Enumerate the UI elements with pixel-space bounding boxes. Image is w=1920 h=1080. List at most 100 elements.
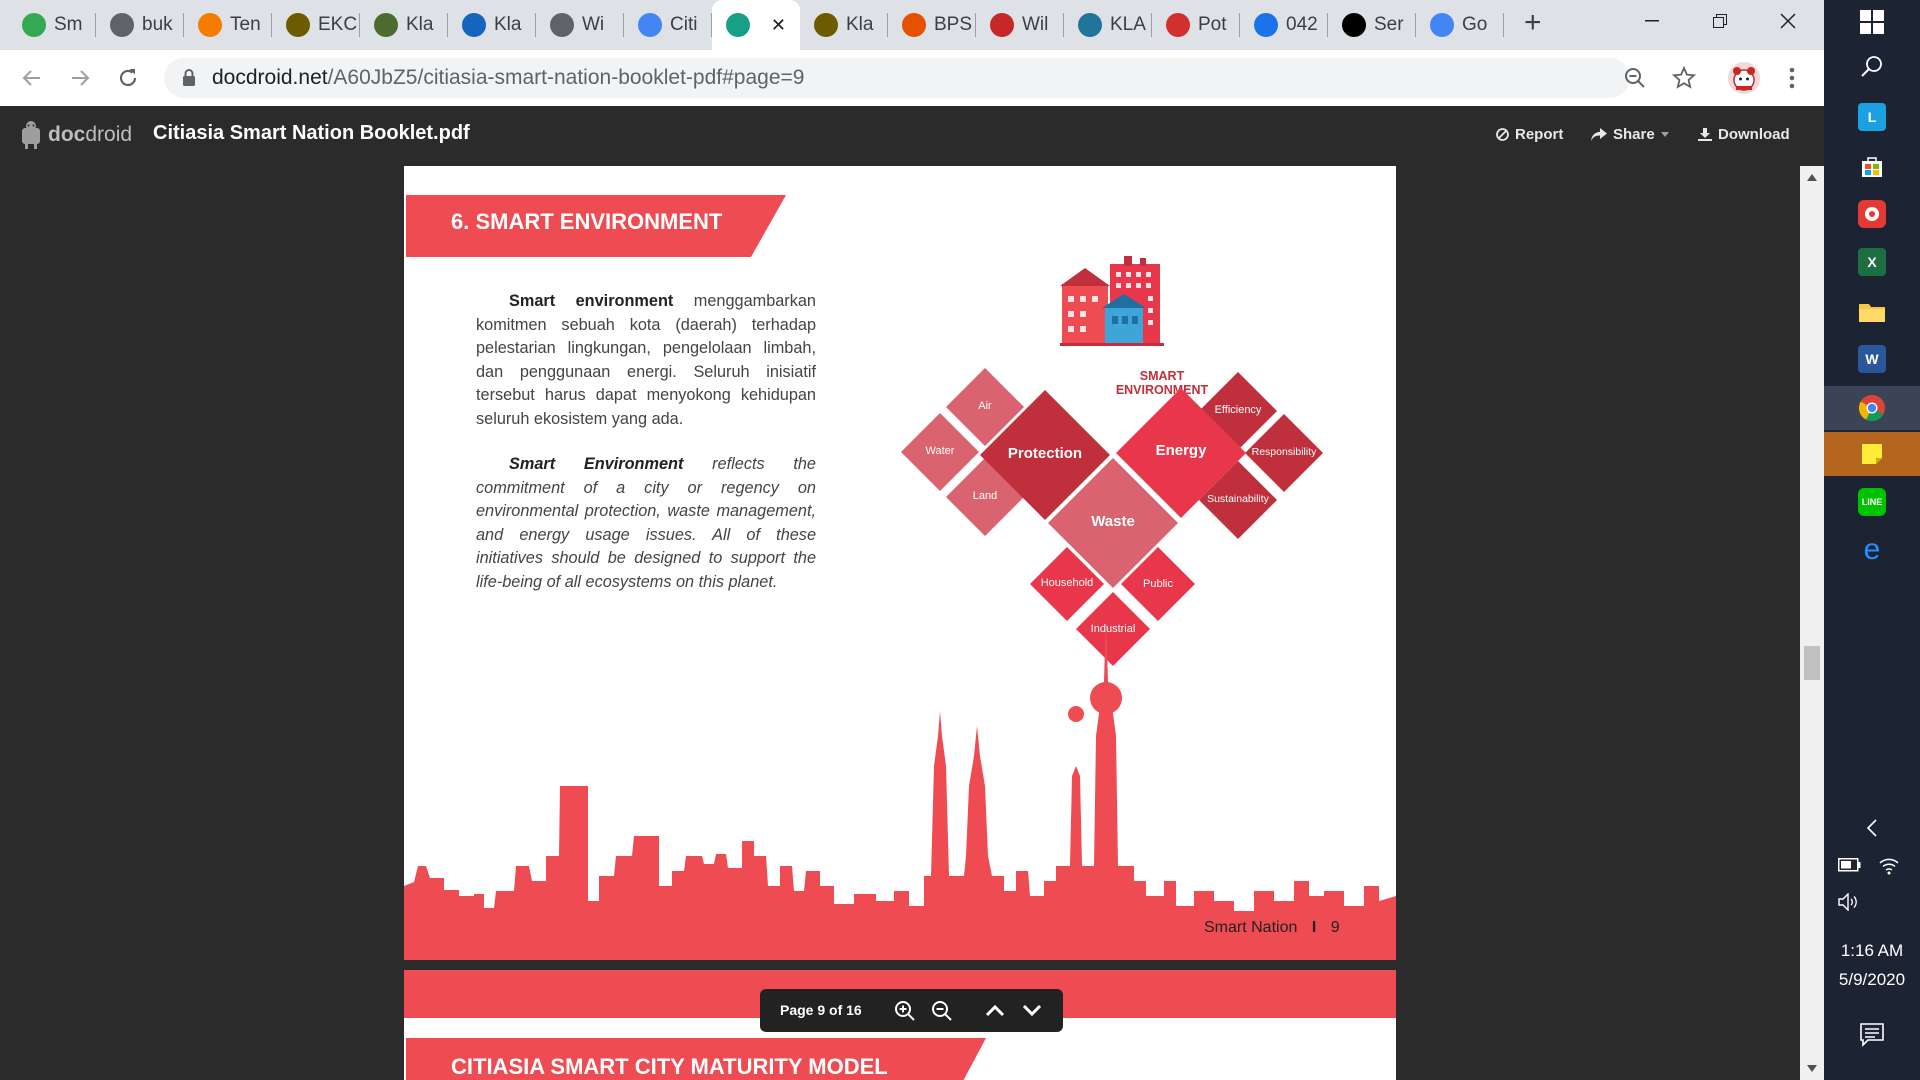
chevron-left-icon[interactable] [1866, 818, 1878, 838]
browser-tab-label: Citi [670, 14, 698, 35]
globe-icon [550, 13, 574, 37]
scroll-up-icon[interactable] [1807, 174, 1817, 181]
browser-tab-4[interactable]: Kla [360, 0, 448, 50]
forward-button[interactable] [60, 58, 100, 98]
browser-tab-6[interactable]: Wi [536, 0, 624, 50]
document-viewer[interactable]: 6. SMART ENVIRONMENT Smart environment m… [0, 166, 1824, 1080]
letter-l-icon: L [1867, 109, 1877, 125]
browser-tab-8[interactable]: ✕ [712, 0, 800, 50]
docdroid-logo[interactable]: docdroid [20, 120, 132, 150]
footer-label: Smart Nation [1204, 919, 1298, 936]
browser-tab-14[interactable]: 042 [1240, 0, 1328, 50]
next-page-icon[interactable] [1022, 1004, 1042, 1017]
previous-page-icon[interactable] [985, 1004, 1005, 1017]
taskbar-line[interactable]: LINE [1858, 488, 1886, 516]
browser-tab-1[interactable]: buk [96, 0, 184, 50]
battery-icon[interactable] [1838, 858, 1862, 872]
restore-button[interactable] [1692, 0, 1748, 42]
browser-tab-label: buk [142, 14, 173, 35]
lock-icon [183, 69, 195, 86]
zoom-out-icon[interactable] [931, 1000, 953, 1022]
zoom-in-icon[interactable] [894, 1000, 916, 1022]
taskbar-store[interactable] [1858, 152, 1886, 180]
android-robot-icon [22, 121, 40, 149]
waveform-icon [990, 13, 1014, 37]
browser-tab-10[interactable]: BPS [888, 0, 976, 50]
taskbar-app-l[interactable]: L [1858, 103, 1886, 131]
browser-tab-7[interactable]: Citi [624, 0, 712, 50]
close-window-button[interactable] [1760, 0, 1816, 42]
line-app-icon: LINE [1861, 497, 1883, 507]
arrow-left-icon [22, 70, 40, 86]
windows-start-icon[interactable] [1860, 10, 1884, 34]
logo-text-light: droid [85, 123, 133, 146]
report-button[interactable]: Report [1496, 126, 1563, 143]
scroll-thumb[interactable] [1804, 646, 1820, 680]
wifi-icon[interactable] [1878, 855, 1900, 875]
taskbar-chrome-active[interactable] [1824, 386, 1920, 430]
browser-tab-0[interactable]: Sm [8, 0, 96, 50]
browser-tab-label: Kla [494, 14, 522, 35]
zoom-icon[interactable] [1624, 67, 1646, 89]
clock-date[interactable]: 5/9/2020 [1824, 970, 1920, 990]
jp-icon [462, 13, 486, 37]
docdroid-icon [726, 13, 750, 37]
extension-avatar[interactable] [1728, 62, 1760, 94]
caret-down-icon [1660, 132, 1669, 137]
close-tab-icon[interactable]: ✕ [771, 15, 786, 36]
share-arrow-icon [1591, 128, 1607, 141]
store-bag-icon [1862, 157, 1882, 177]
back-button[interactable] [12, 58, 52, 98]
browser-tab-11[interactable]: Wil [976, 0, 1064, 50]
taskbar-file-explorer[interactable] [1858, 297, 1886, 325]
browser-tab-3[interactable]: EKC [272, 0, 360, 50]
footer-page-number: 9 [1330, 919, 1340, 936]
footer-separator: I [1311, 919, 1317, 936]
clock-time[interactable]: 1:16 AM [1824, 941, 1920, 961]
reload-button[interactable] [108, 58, 148, 98]
browser-tab-13[interactable]: Pot [1152, 0, 1240, 50]
browser-tab-label: 042 [1286, 14, 1318, 35]
menu-button[interactable] [1782, 62, 1802, 94]
download-label: Download [1718, 126, 1790, 143]
taskbar-app-red[interactable] [1858, 200, 1886, 228]
globe-icon [110, 13, 134, 37]
excel-icon: X [1867, 254, 1877, 270]
chrome-icon [1858, 395, 1885, 422]
browser-tab-16[interactable]: Go [1416, 0, 1504, 50]
scroll-down-icon[interactable] [1807, 1065, 1817, 1072]
edge-icon: e [1863, 533, 1881, 566]
browser-tab-label: Ten [230, 14, 261, 35]
browser-tab-label: BPS [934, 14, 973, 35]
folder-icon [1859, 304, 1885, 322]
download-button[interactable]: Download [1698, 126, 1790, 143]
shield-crest-icon [814, 13, 838, 37]
taskbar-word[interactable]: W [1858, 345, 1886, 373]
windows-taskbar: L X W LINE e 1:16 AM 5/9/2020 [1824, 0, 1920, 1080]
new-tab-button[interactable]: + [1524, 6, 1542, 40]
notification-center-icon[interactable] [1860, 1023, 1884, 1047]
taskbar-sticky-notes[interactable] [1824, 432, 1920, 476]
minimize-button[interactable] [1624, 0, 1680, 42]
browser-tab-9[interactable]: Kla [800, 0, 888, 50]
address-bar-row: docdroid.net/A60JbZ5/citiasia-smart-nati… [0, 50, 1824, 107]
restore-icon [1713, 14, 1727, 28]
bookmark-star-icon[interactable] [1672, 66, 1696, 90]
volume-icon[interactable] [1838, 893, 1862, 911]
browser-tab-label: Ser [1374, 14, 1404, 35]
browser-tab-2[interactable]: Ten [184, 0, 272, 50]
share-button[interactable]: Share [1591, 126, 1669, 143]
reload-icon [119, 69, 137, 87]
vertical-scrollbar[interactable] [1800, 166, 1824, 1080]
browser-tab-label: Go [1462, 14, 1488, 35]
browser-tab-5[interactable]: Kla [448, 0, 536, 50]
browser-tab-12[interactable]: KLA [1064, 0, 1152, 50]
search-icon[interactable] [1860, 55, 1884, 79]
browser-tab-15[interactable]: Ser [1328, 0, 1416, 50]
taskbar-edge[interactable]: e [1858, 533, 1886, 566]
address-bar[interactable]: docdroid.net/A60JbZ5/citiasia-smart-nati… [164, 58, 1696, 98]
taskbar-excel[interactable]: X [1858, 248, 1886, 276]
url-text: docdroid.net/A60JbZ5/citiasia-smart-nati… [212, 66, 804, 90]
tab-separator [1503, 13, 1504, 37]
block-icon [1496, 128, 1509, 141]
